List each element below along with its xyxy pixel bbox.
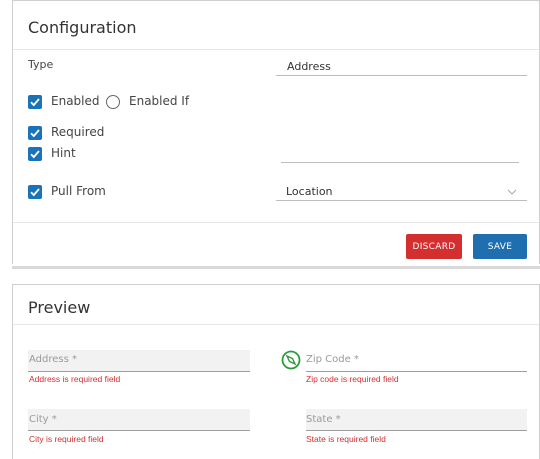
- city-error: City is required field: [29, 434, 104, 444]
- hint-field-underline: [281, 162, 519, 163]
- city-label: City *: [29, 414, 57, 425]
- address-error: Address is required field: [29, 374, 121, 384]
- address-label: Address *: [29, 354, 78, 365]
- type-value[interactable]: Address: [287, 60, 331, 73]
- type-label: Type: [28, 58, 54, 71]
- enabled-if-label: Enabled If: [129, 94, 190, 108]
- check-icon: [30, 150, 40, 159]
- discard-button[interactable]: DISCARD: [406, 234, 462, 259]
- required-label: Required: [51, 125, 105, 139]
- configuration-title: Configuration: [28, 18, 137, 37]
- configuration-panel: Configuration Type Address Enabled Enabl…: [12, 0, 540, 264]
- zip-code-error: Zip code is required field: [306, 374, 399, 384]
- preview-panel: Preview Address * Address is required fi…: [12, 284, 540, 459]
- enabled-label: Enabled: [51, 94, 100, 108]
- zip-code-label: Zip Code *: [306, 354, 359, 365]
- check-icon: [30, 188, 40, 197]
- state-label: State *: [306, 414, 341, 425]
- pull-from-checkbox[interactable]: [28, 185, 42, 199]
- divider: [13, 222, 539, 223]
- pull-from-field-underline: [276, 200, 527, 201]
- chevron-down-icon[interactable]: [507, 188, 517, 196]
- panel-separator: [12, 264, 540, 284]
- divider: [13, 49, 539, 50]
- save-button[interactable]: SAVE: [473, 234, 527, 259]
- pull-from-label: Pull From: [51, 184, 106, 198]
- pull-from-select[interactable]: Location: [286, 185, 333, 198]
- enabled-checkbox[interactable]: [28, 95, 42, 109]
- city-field[interactable]: [28, 409, 250, 431]
- check-icon: [30, 129, 40, 138]
- divider: [13, 324, 539, 325]
- hint-label: Hint: [51, 146, 76, 160]
- check-icon: [30, 98, 40, 107]
- compass-icon[interactable]: [281, 350, 301, 370]
- hint-checkbox[interactable]: [28, 147, 42, 161]
- required-checkbox[interactable]: [28, 126, 42, 140]
- type-field-underline: [276, 75, 527, 76]
- enabled-if-radio[interactable]: [106, 95, 120, 109]
- preview-title: Preview: [28, 298, 91, 317]
- state-error: State is required field: [306, 434, 386, 444]
